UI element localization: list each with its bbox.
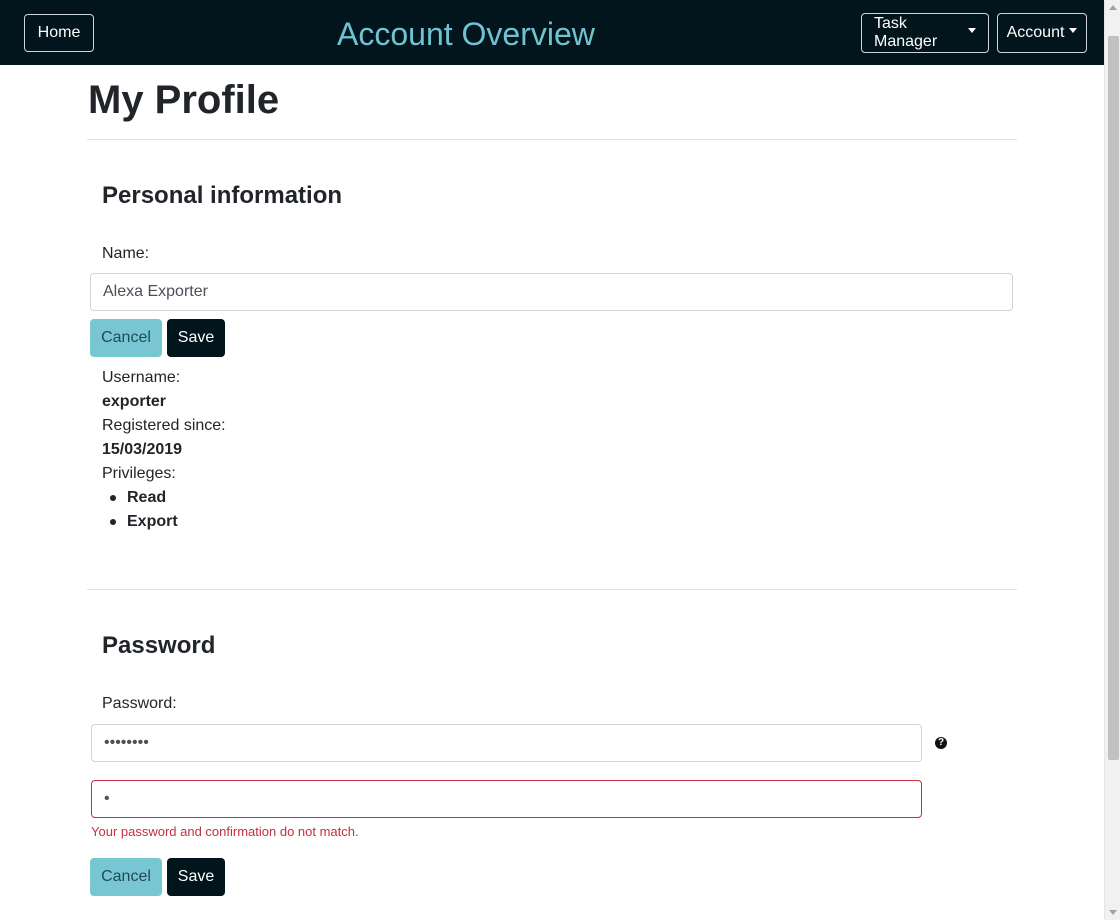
account-dropdown[interactable]: Account — [997, 13, 1087, 53]
name-cancel-button[interactable]: Cancel — [90, 319, 162, 357]
password-save-button[interactable]: Save — [167, 858, 225, 896]
divider — [87, 139, 1017, 140]
task-manager-dropdown[interactable]: Task Manager — [861, 13, 989, 53]
personal-info-heading: Personal information — [102, 182, 343, 209]
save-button-label: Save — [177, 868, 215, 885]
divider — [87, 589, 1017, 590]
home-button-label: Home — [37, 24, 81, 41]
registered-label: Registered since: — [102, 417, 226, 434]
name-input[interactable] — [90, 273, 1013, 311]
cancel-button-label: Cancel — [101, 329, 151, 346]
vertical-scrollbar[interactable] — [1104, 0, 1120, 920]
username-value: exporter — [102, 393, 167, 410]
chevron-down-icon — [1069, 27, 1078, 33]
scroll-down-icon[interactable] — [1109, 910, 1117, 915]
app-title: Account Overview — [337, 16, 595, 52]
name-label: Name: — [102, 245, 150, 262]
name-save-button[interactable]: Save — [167, 319, 225, 357]
question-circle-icon[interactable]: ? — [935, 737, 947, 749]
password-cancel-button[interactable]: Cancel — [90, 858, 162, 896]
scroll-up-icon[interactable] — [1109, 5, 1117, 10]
scroll-thumb[interactable] — [1108, 36, 1119, 760]
privileges-list: Read Export — [102, 486, 178, 534]
password-label: Password: — [102, 695, 177, 712]
task-manager-label: Task Manager — [874, 15, 938, 50]
page-title: My Profile — [88, 78, 280, 122]
privileges-label: Privileges: — [102, 465, 176, 482]
top-navbar: Home Account Overview Task Manager Accou… — [0, 0, 1104, 65]
account-label: Account — [1006, 24, 1065, 41]
privilege-item: Read — [110, 486, 178, 510]
home-button[interactable]: Home — [24, 14, 94, 52]
registered-value: 15/03/2019 — [102, 441, 183, 458]
password-input[interactable] — [91, 724, 922, 762]
cancel-button-label: Cancel — [101, 868, 151, 885]
chevron-down-icon — [968, 27, 976, 33]
password-heading: Password — [102, 632, 216, 659]
privilege-item: Export — [110, 510, 178, 534]
username-label: Username: — [102, 369, 181, 386]
password-mismatch-error: Your password and confirmation do not ma… — [91, 824, 359, 839]
password-confirm-input[interactable] — [91, 780, 922, 818]
save-button-label: Save — [177, 329, 215, 346]
